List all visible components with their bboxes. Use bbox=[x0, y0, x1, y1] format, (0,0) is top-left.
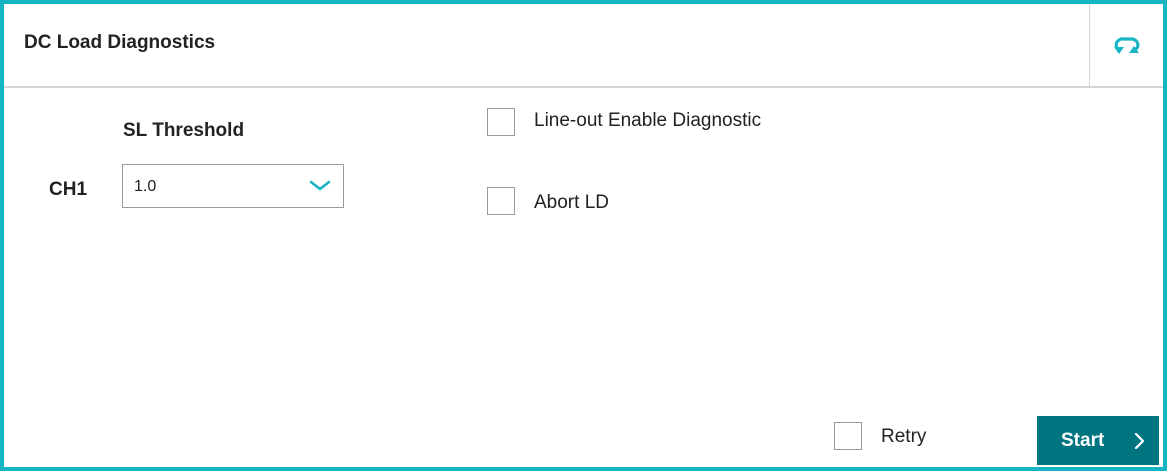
sl-threshold-select[interactable]: 1.0 bbox=[122, 164, 344, 208]
panel-header: DC Load Diagnostics bbox=[4, 4, 1163, 88]
abort-ld-label: Abort LD bbox=[534, 192, 609, 213]
chevron-down-icon bbox=[309, 180, 331, 191]
chevron-right-icon bbox=[1134, 432, 1145, 450]
retry-label: Retry bbox=[881, 426, 927, 447]
sl-threshold-heading: SL Threshold bbox=[123, 120, 245, 141]
ch1-label: CH1 bbox=[49, 179, 88, 200]
dc-load-diagnostics-panel: DC Load Diagnostics SL Threshold CH1 1.0… bbox=[0, 0, 1167, 471]
refresh-button[interactable] bbox=[1090, 4, 1163, 86]
start-button-label: Start bbox=[1061, 430, 1105, 451]
start-button[interactable]: Start bbox=[1037, 416, 1159, 465]
refresh-icon bbox=[1113, 37, 1139, 54]
line-out-diagnostic-label: Line-out Enable Diagnostic bbox=[534, 110, 762, 131]
line-out-diagnostic-checkbox[interactable] bbox=[487, 108, 515, 136]
abort-ld-checkbox[interactable] bbox=[487, 187, 515, 215]
retry-checkbox[interactable] bbox=[834, 422, 862, 450]
sl-threshold-value: 1.0 bbox=[134, 178, 157, 195]
panel-title: DC Load Diagnostics bbox=[24, 32, 216, 53]
